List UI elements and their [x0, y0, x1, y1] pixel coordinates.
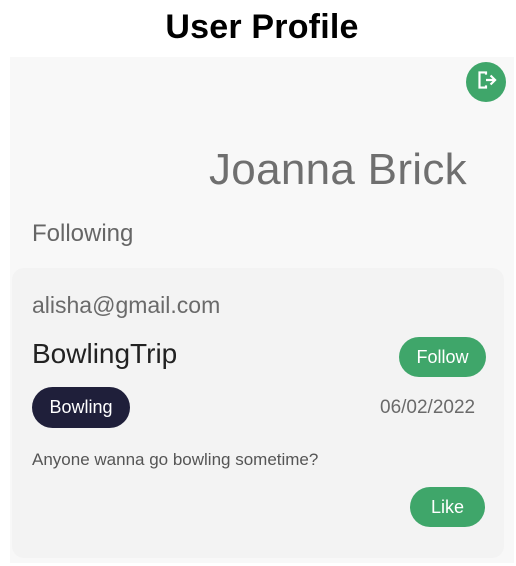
post-tag: Bowling [32, 387, 130, 428]
page-title: User Profile [165, 8, 359, 46]
profile-name: Joanna Brick [209, 145, 467, 194]
post-title: BowlingTrip [32, 338, 178, 369]
following-label: Following [32, 220, 134, 247]
like-button[interactable]: Like [410, 487, 485, 527]
post-body: Anyone wanna go bowling sometime? [32, 450, 319, 469]
post-author-email: alisha@gmail.com [32, 292, 221, 318]
logout-button[interactable] [466, 62, 506, 102]
logout-icon [473, 67, 499, 98]
post-date: 06/02/2022 [380, 397, 476, 418]
follow-button[interactable]: Follow [399, 337, 486, 377]
user-profile-screen: User Profile Joanna Brick Following alis… [0, 0, 516, 566]
